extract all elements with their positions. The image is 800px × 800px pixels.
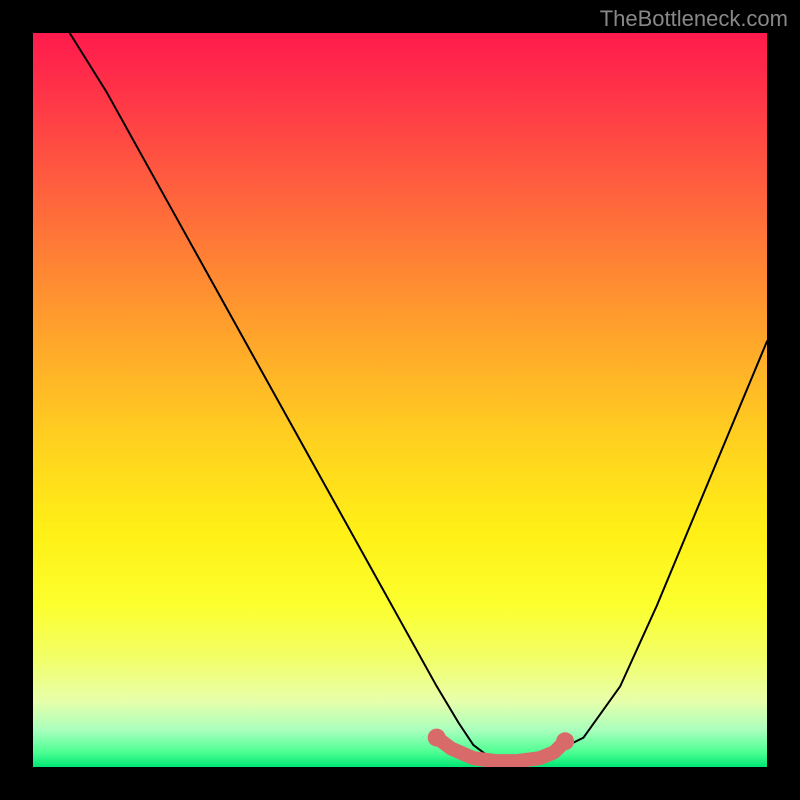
optimal-region-stroke bbox=[437, 738, 565, 762]
optimal-region-endcap bbox=[428, 729, 446, 747]
chart-plot-area bbox=[33, 33, 767, 767]
optimal-region-endcap bbox=[556, 732, 574, 750]
chart-svg bbox=[33, 33, 767, 767]
bottleneck-curve-line bbox=[70, 33, 767, 761]
optimal-region-markers bbox=[428, 729, 574, 762]
watermark-text: TheBottleneck.com bbox=[600, 6, 788, 32]
